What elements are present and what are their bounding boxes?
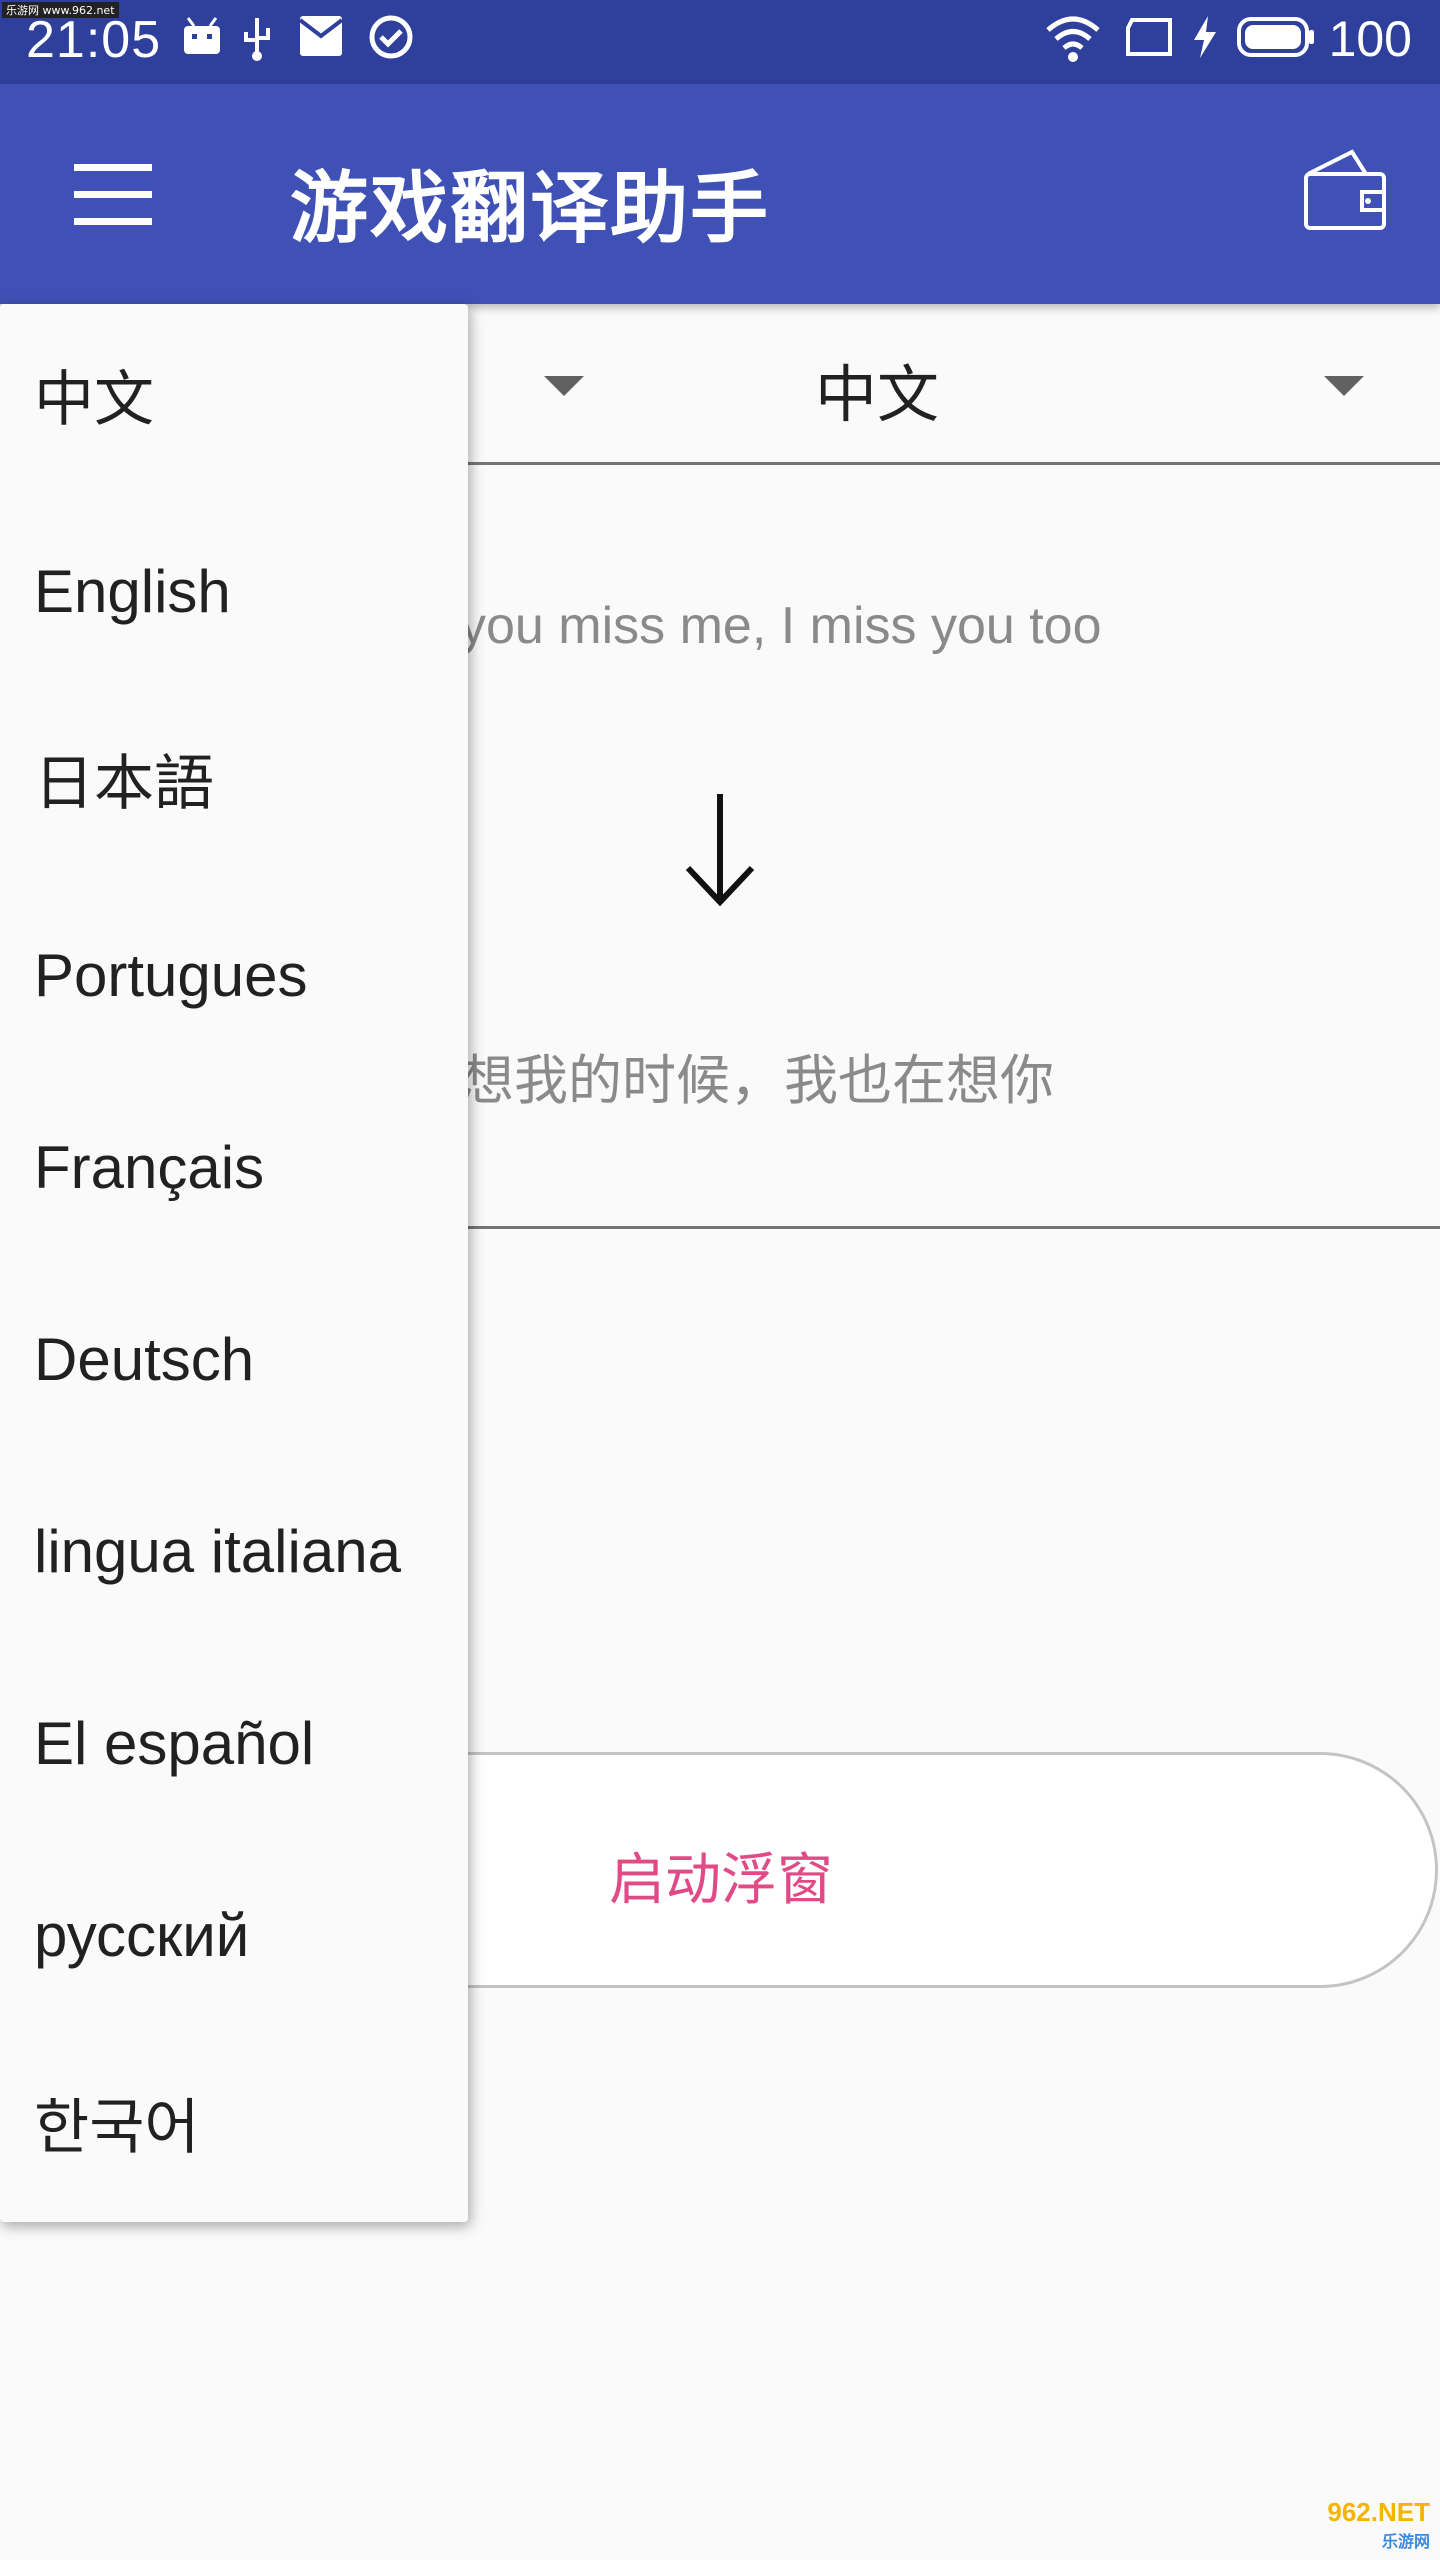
hamburger-menu-icon[interactable] <box>74 164 152 226</box>
language-option-spanish[interactable]: El español <box>34 1648 454 1840</box>
status-bar: 乐游网 www.962.net 21:05 100 <box>0 0 1440 84</box>
language-option-korean[interactable]: 한국어 <box>34 2032 454 2224</box>
source-text[interactable]: you miss me, I miss you too <box>460 596 1102 656</box>
language-option-japanese[interactable]: 日本語 <box>34 688 454 880</box>
language-option-portuguese[interactable]: Portugues <box>34 880 454 1072</box>
status-time: 21:05 <box>26 11 162 69</box>
language-option-german[interactable]: Deutsch <box>34 1264 454 1456</box>
arrow-down-icon <box>685 794 755 907</box>
charging-icon <box>1194 16 1216 58</box>
mail-icon <box>298 16 344 56</box>
target-language-spinner[interactable]: 中文 <box>815 344 939 434</box>
target-language-dropdown-icon[interactable] <box>1324 376 1364 396</box>
watermark-brand: 962.NET <box>1327 2497 1430 2527</box>
source-language-dropdown-icon[interactable] <box>544 376 584 396</box>
android-icon <box>184 17 220 54</box>
app-bar: 游戏翻译助手 <box>0 84 1440 304</box>
language-option-italian[interactable]: lingua italiana <box>34 1456 454 1648</box>
language-option-russian[interactable]: русский <box>34 1840 454 2032</box>
app-title: 游戏翻译助手 <box>290 164 771 254</box>
start-float-window-label: 启动浮窗 <box>609 1848 833 1913</box>
wallet-icon[interactable] <box>1302 144 1388 234</box>
language-option-english[interactable]: English <box>34 496 454 688</box>
language-option-chinese[interactable]: 中文 <box>34 304 454 496</box>
check-circle-icon <box>369 15 413 59</box>
site-watermark-logo: 962.NET 乐游网 <box>1327 2497 1430 2552</box>
result-text: 想我的时候，我也在想你 <box>460 1049 1054 1112</box>
battery-icon <box>1237 17 1314 57</box>
language-option-french[interactable]: Français <box>34 1072 454 1264</box>
battery-level: 100 <box>1328 11 1412 67</box>
wifi-icon <box>1046 16 1100 62</box>
watermark-sub: 乐游网 <box>1381 2534 1430 2551</box>
usb-icon <box>244 18 270 61</box>
language-dropdown-menu: 中文 English 日本語 Portugues Français Deutsc… <box>0 304 468 2222</box>
screen-icon <box>1126 18 1172 56</box>
